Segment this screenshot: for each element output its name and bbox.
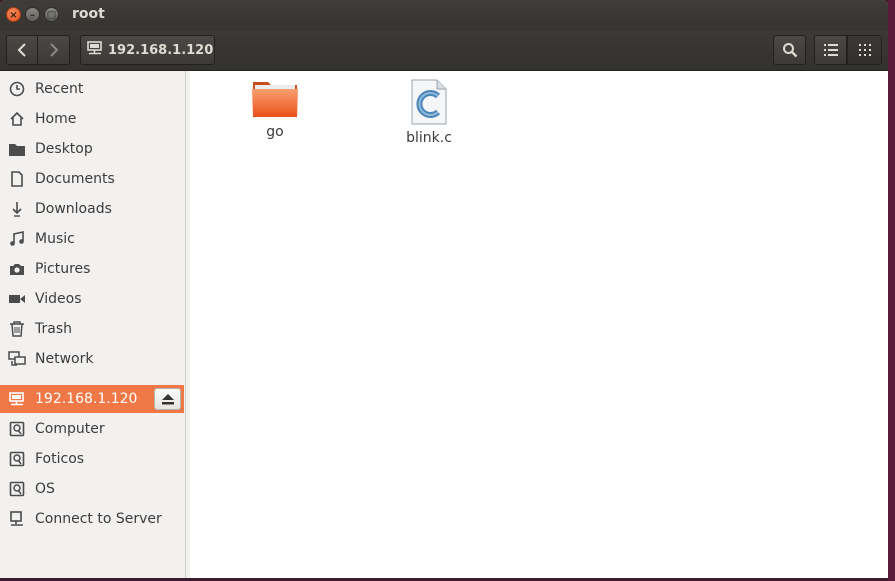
sidebar-item-desktop[interactable]: Desktop [0,135,184,163]
sidebar-item-home[interactable]: Home [0,105,184,133]
grid-view-button[interactable] [847,35,882,65]
eject-button[interactable] [154,388,181,410]
folder-icon [8,142,26,157]
sidebar-item-label: Foticos [35,451,85,467]
sidebar-item-label: Desktop [35,141,93,157]
search-button[interactable] [773,35,806,65]
sidebar-item-label: Network [35,351,94,367]
sidebar-item-downloads[interactable]: Downloads [0,195,184,223]
back-button[interactable] [6,35,38,65]
video-icon [8,293,26,305]
file-manager-window: × – □ root 192.168.1.120 Recent Home Des… [0,0,888,578]
network-drive-icon [87,41,103,59]
sidebar-item-label: Pictures [35,261,91,277]
folder-icon [252,82,298,117]
path-bar-button[interactable]: 192.168.1.120 [80,35,215,65]
sidebar-item-recent[interactable]: Recent [0,75,184,103]
music-icon [8,231,26,247]
sidebar-item-videos[interactable]: Videos [0,285,184,313]
sidebar-item-network-share[interactable]: 192.168.1.120 [0,385,184,413]
drive-icon [8,481,26,497]
sidebar-item-music[interactable]: Music [0,225,184,253]
drive-icon [8,421,26,437]
home-icon [8,111,26,127]
sidebar-item-label: Documents [35,171,115,187]
clock-icon [8,81,26,97]
drive-icon [8,451,26,467]
title-bar: × – □ root [0,0,888,30]
network-icon [8,351,26,367]
file-name: blink.c [406,130,452,146]
sidebar-item-label: Computer [35,421,105,437]
download-icon [8,201,26,217]
sidebar-item-label: Downloads [35,201,112,217]
places-sidebar: Recent Home Desktop Documents Downloads … [0,71,186,578]
desktop-background-strip [888,0,895,581]
list-view-icon [823,44,838,56]
file-item-go[interactable]: go [230,79,320,140]
document-icon [8,171,26,187]
sidebar-item-label: Music [35,231,75,247]
header-toolbar: 192.168.1.120 [0,30,888,71]
path-label: 192.168.1.120 [108,42,214,58]
server-icon [8,511,26,527]
sidebar-item-trash[interactable]: Trash [0,315,184,343]
sidebar-item-computer[interactable]: Computer [0,415,184,443]
sidebar-item-os[interactable]: OS [0,475,184,503]
sidebar-item-network[interactable]: Network [0,345,184,373]
search-icon [782,43,797,58]
forward-button[interactable] [37,35,70,65]
minimize-window-button[interactable]: – [25,7,40,22]
camera-icon [8,262,26,276]
file-name: go [266,124,284,140]
chevron-left-icon [17,43,26,57]
sidebar-item-label: OS [35,481,55,497]
grid-view-icon [858,44,871,56]
eject-icon [161,393,174,404]
file-item-blink-c[interactable]: blink.c [384,79,474,146]
sidebar-item-label: Connect to Server [35,511,162,527]
sidebar-item-label: Videos [35,291,82,307]
sidebar-item-label: 192.168.1.120 [35,391,138,407]
sidebar-item-connect-to-server[interactable]: Connect to Server [0,505,184,533]
sidebar-item-pictures[interactable]: Pictures [0,255,184,283]
sidebar-item-label: Trash [35,321,72,337]
list-view-button[interactable] [814,35,847,65]
sidebar-item-label: Recent [35,81,84,97]
c-source-file-icon [411,79,447,125]
sidebar-item-label: Home [35,111,77,127]
network-drive-icon [8,392,26,406]
sidebar-item-foticos[interactable]: Foticos [0,445,184,473]
maximize-window-button[interactable]: □ [44,7,59,22]
sidebar-item-documents[interactable]: Documents [0,165,184,193]
window-title: root [72,6,105,22]
chevron-right-icon [49,43,58,57]
close-window-button[interactable]: × [6,7,21,22]
file-view: go blink.c [190,71,888,578]
trash-icon [8,321,26,337]
